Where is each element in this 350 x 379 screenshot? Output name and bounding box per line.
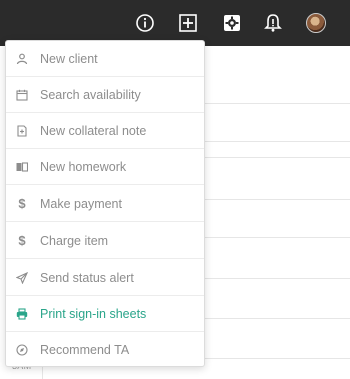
menu-item-recommend-ta[interactable]: Recommend TA (6, 332, 204, 368)
menu-item-search-availability[interactable]: Search availability (6, 77, 204, 113)
menu-item-print-sign-in-sheets[interactable]: Print sign-in sheets (6, 296, 204, 332)
avatar (306, 13, 326, 33)
quick-add-menu: New client Search availability New colla… (5, 40, 205, 367)
menu-item-make-payment[interactable]: $ Make payment (6, 186, 204, 222)
compass-icon (16, 344, 28, 356)
menu-item-label: New homework (40, 159, 127, 174)
notification-icon[interactable] (262, 12, 284, 34)
menu-item-charge-item[interactable]: $ Charge item (6, 223, 204, 259)
menu-item-new-client[interactable]: New client (6, 41, 204, 77)
info-icon[interactable] (134, 12, 156, 34)
menu-item-label: Send status alert (40, 270, 134, 285)
dollar-icon: $ (18, 196, 26, 211)
book-icon (16, 161, 28, 173)
menu-item-label: Charge item (40, 233, 109, 248)
dollar-icon: $ (18, 233, 26, 248)
menu-item-label: New client (40, 51, 98, 66)
settings-icon[interactable] (221, 12, 243, 34)
menu-item-new-homework[interactable]: New homework (6, 149, 204, 185)
calendar-icon (16, 89, 28, 101)
note-icon (16, 124, 28, 137)
menu-item-send-status-alert[interactable]: Send status alert (6, 260, 204, 296)
person-icon (16, 53, 28, 65)
menu-item-label: Recommend TA (40, 343, 130, 357)
menu-item-label: New collateral note (40, 123, 147, 138)
user-avatar[interactable] (305, 12, 327, 34)
menu-item-label: Search availability (40, 87, 141, 102)
printer-icon (16, 307, 28, 320)
menu-item-label: Print sign-in sheets (40, 306, 147, 321)
menu-item-new-collateral-note[interactable]: New collateral note (6, 113, 204, 149)
add-icon[interactable] (177, 12, 199, 34)
menu-item-label: Make payment (40, 196, 122, 211)
send-icon (16, 271, 28, 284)
